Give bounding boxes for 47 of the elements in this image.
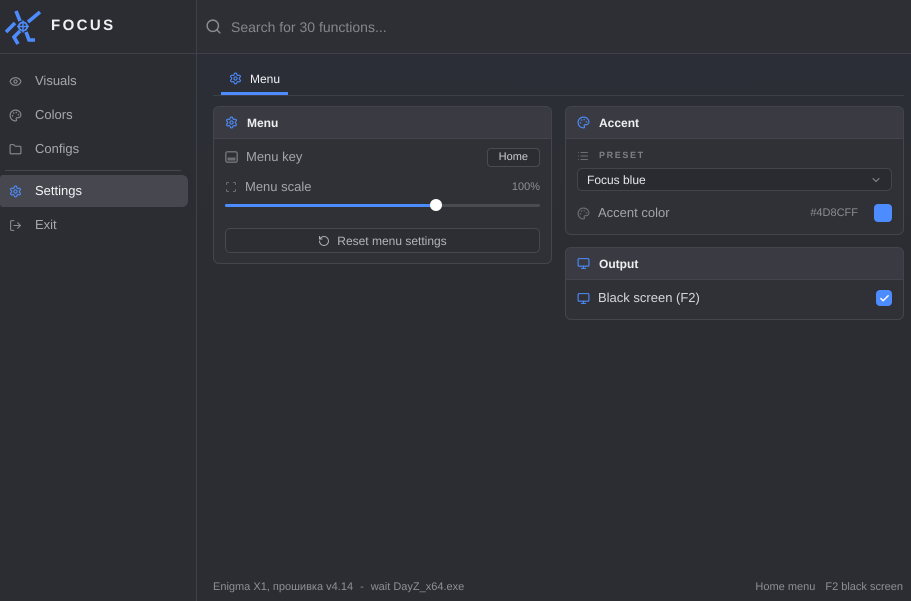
- keyboard-icon: [225, 151, 238, 163]
- palette-icon: [577, 206, 590, 220]
- shortcut-hint: Home menu: [755, 580, 816, 595]
- search-field[interactable]: Search for 30 functions...: [231, 12, 911, 42]
- palette-icon: [9, 108, 22, 122]
- search-icon: [205, 18, 222, 35]
- slider-thumb[interactable]: [430, 199, 442, 211]
- logo-icon: [5, 8, 41, 44]
- panel-title: Output: [599, 256, 638, 272]
- row-label: Menu scale: [245, 178, 312, 196]
- gear-icon: [225, 116, 238, 129]
- slider[interactable]: [225, 199, 540, 211]
- folder-icon: [9, 142, 22, 156]
- gear-icon: [9, 184, 22, 198]
- sidebar-item[interactable]: Exit: [0, 208, 188, 242]
- row-label: Black screen (F2): [598, 289, 701, 308]
- row-label: Menu key: [246, 148, 304, 166]
- monitor-icon: [577, 257, 590, 270]
- status-text: Enigma X1, прошивка v4.14: [213, 580, 354, 595]
- color-hex-value: #4D8CFF: [810, 206, 858, 221]
- palette-icon: [577, 116, 590, 129]
- slider-reading: 100%: [512, 180, 540, 195]
- sidebar-item[interactable]: Colors: [0, 98, 188, 132]
- gear-icon: [229, 72, 242, 85]
- checkbox[interactable]: [876, 290, 892, 306]
- section-label: PRESET: [599, 149, 645, 162]
- reset-button[interactable]: Reset menu settings: [225, 228, 540, 253]
- panel-title: Menu: [247, 114, 278, 132]
- tab[interactable]: Menu: [221, 65, 288, 95]
- key-bind-button[interactable]: Home: [486, 148, 540, 166]
- eye-icon: [9, 74, 22, 88]
- panel-title: Accent: [599, 114, 640, 132]
- status-text: wait DayZ_x64.exe: [370, 580, 464, 595]
- sidebar-item[interactable]: Visuals: [0, 64, 188, 98]
- monitor-icon: [577, 292, 590, 304]
- rotate-icon: [318, 234, 330, 246]
- sidebar-item[interactable]: Configs: [0, 132, 188, 166]
- check-icon: [878, 292, 890, 304]
- preset-dropdown[interactable]: Focus blue: [577, 168, 892, 191]
- logo-text: FOCUS: [51, 16, 116, 36]
- row-label: Accent color: [598, 204, 671, 222]
- scale-icon: [225, 181, 237, 193]
- color-swatch[interactable]: [874, 204, 892, 222]
- status-text: -: [360, 580, 364, 595]
- shortcut-hint: F2 black screen: [825, 580, 903, 595]
- sidebar-item[interactable]: Settings: [0, 175, 188, 207]
- exit-arrow-icon: [9, 218, 22, 232]
